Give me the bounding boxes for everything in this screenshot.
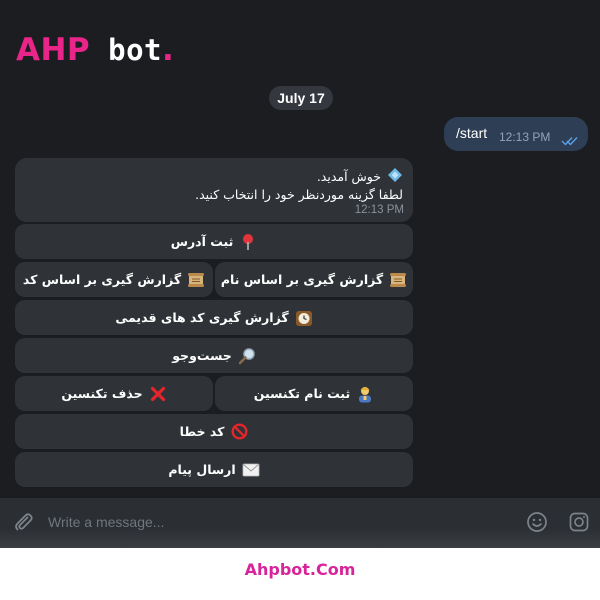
- message-line-1: خوش آمدید.: [317, 167, 403, 186]
- date-separator: July 17: [269, 86, 333, 110]
- keyboard-button-label: ارسال پیام: [168, 462, 236, 477]
- prohibited-icon: [230, 423, 248, 441]
- keyboard-button-label: کد خطا: [179, 424, 225, 439]
- footer-website: Ahpbot.Com: [244, 560, 356, 579]
- outgoing-message[interactable]: /start 12:13 PM: [444, 117, 588, 151]
- instruction-text: لطفا گزینه موردنظر خود را انتخاب کنید.: [195, 187, 403, 202]
- keyboard-button-send-message[interactable]: ارسال پیام: [15, 452, 413, 487]
- keyboard-button-register-technician[interactable]: ثبت نام تکنسین: [215, 376, 413, 411]
- instagram-icon[interactable]: [568, 511, 590, 537]
- keyboard-button-delete-technician[interactable]: حذف تکنسین: [15, 376, 213, 411]
- technician-icon: [356, 385, 374, 403]
- keyboard-button-register-address[interactable]: ثبت آدرس: [15, 224, 413, 259]
- keyboard-button-error-code[interactable]: کد خطا: [15, 414, 413, 449]
- message-time: 12:13 PM: [354, 204, 404, 216]
- double-check-icon: [561, 131, 579, 150]
- scroll-icon: [187, 271, 205, 289]
- keyboard-button-label: گزارش گیری کد های قدیمی: [115, 310, 289, 325]
- brand-logo: AHP bot.: [16, 30, 174, 70]
- welcome-text: خوش آمدید.: [316, 169, 381, 184]
- logo-dot: .: [162, 32, 175, 68]
- scroll-icon: [389, 271, 407, 289]
- paperclip-icon[interactable]: [12, 511, 34, 537]
- keyboard-button-label: گزارش گیری بر اساس کد: [22, 272, 182, 287]
- keyboard-button-label: حذف تکنسین: [61, 386, 143, 401]
- keyboard-button-report-by-name[interactable]: گزارش گیری بر اساس نام: [215, 262, 413, 297]
- incoming-message[interactable]: خوش آمدید. لطفا گزینه موردنظر خود را انت…: [15, 158, 413, 222]
- message-time: 12:13 PM: [499, 130, 551, 144]
- keyboard-button-report-by-code[interactable]: گزارش گیری بر اساس کد: [15, 262, 213, 297]
- message-composer: [0, 498, 600, 548]
- cross-mark-icon: [149, 385, 167, 403]
- keyboard-button-report-old-codes[interactable]: گزارش گیری کد های قدیمی: [15, 300, 413, 335]
- magnifier-icon: [238, 347, 256, 365]
- clock-icon: [295, 309, 313, 327]
- diamond-icon: [387, 167, 403, 186]
- keyboard-button-label: ثبت نام تکنسین: [253, 386, 351, 401]
- keyboard-button-label: ثبت آدرس: [170, 234, 234, 249]
- chat-area: AHP bot. July 17 /start 12:13 PM خوش آمد…: [0, 0, 600, 498]
- smile-icon[interactable]: [526, 511, 548, 537]
- message-text: /start: [456, 125, 488, 141]
- keyboard-button-label: گزارش گیری بر اساس نام: [220, 272, 384, 287]
- pin-icon: [239, 233, 257, 251]
- envelope-icon: [242, 461, 260, 479]
- keyboard-button-label: جست‌وجو: [172, 348, 232, 363]
- message-input[interactable]: [48, 511, 498, 533]
- keyboard-button-search[interactable]: جست‌وجو: [15, 338, 413, 373]
- logo-text-ahp: AHP: [16, 32, 91, 68]
- logo-text-bot: bot: [90, 33, 162, 67]
